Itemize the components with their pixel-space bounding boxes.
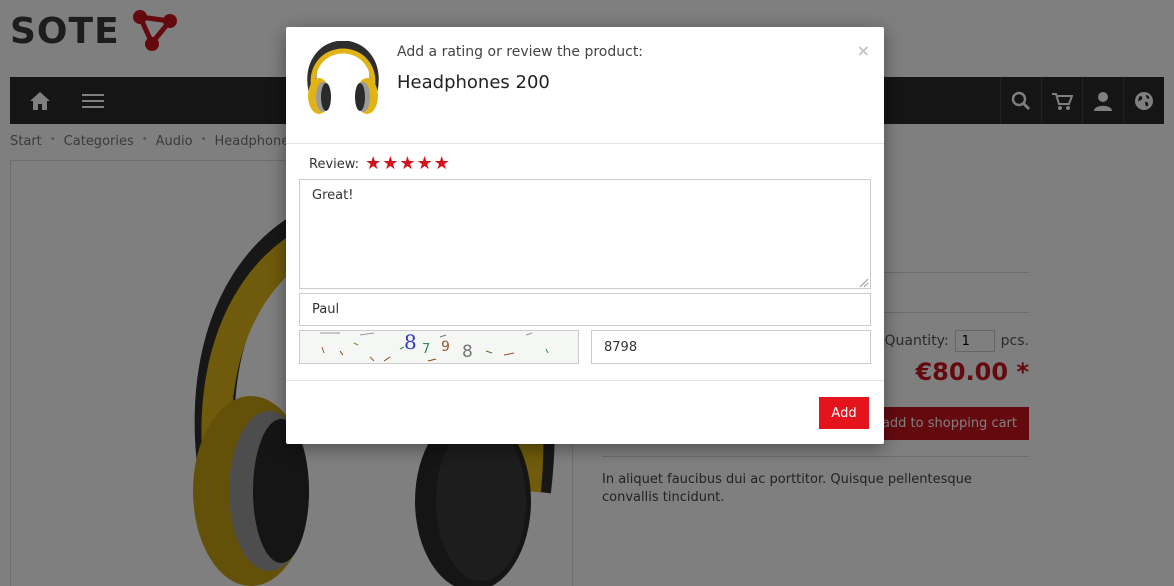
star-rating: ★ ★ ★ ★ ★ [365,155,451,173]
star-icon-4[interactable]: ★ [416,155,432,173]
captcha-field[interactable] [591,330,871,364]
resize-handle-icon[interactable] [857,276,869,288]
modal-header: Add a rating or review the product: Head… [286,27,884,144]
modal-subtitle: Add a rating or review the product: [397,44,644,60]
star-icon-5[interactable]: ★ [434,155,450,173]
captcha-char: 8 [462,342,473,362]
captcha-char: 9 [441,339,450,355]
modal-product-title: Headphones 200 [397,72,550,93]
review-label: Review: [309,156,360,172]
captcha-image: 8 7 9 8 [299,330,579,364]
captcha-noise: 8 7 9 8 [320,331,549,362]
star-icon-2[interactable]: ★ [382,155,398,173]
close-icon[interactable]: × [857,41,870,60]
captcha-char: 8 [404,331,417,354]
rating-row: Review: ★ ★ ★ ★ ★ [309,155,451,173]
review-textarea[interactable]: Great! [299,179,871,289]
name-field[interactable] [299,293,871,326]
star-icon-1[interactable]: ★ [365,155,381,173]
product-thumbnail-image [307,41,379,114]
modal-footer-divider [286,380,884,381]
add-review-button[interactable]: Add [819,397,869,429]
star-icon-3[interactable]: ★ [399,155,415,173]
review-modal: Add a rating or review the product: Head… [286,27,884,444]
captcha-char: 7 [422,342,430,357]
